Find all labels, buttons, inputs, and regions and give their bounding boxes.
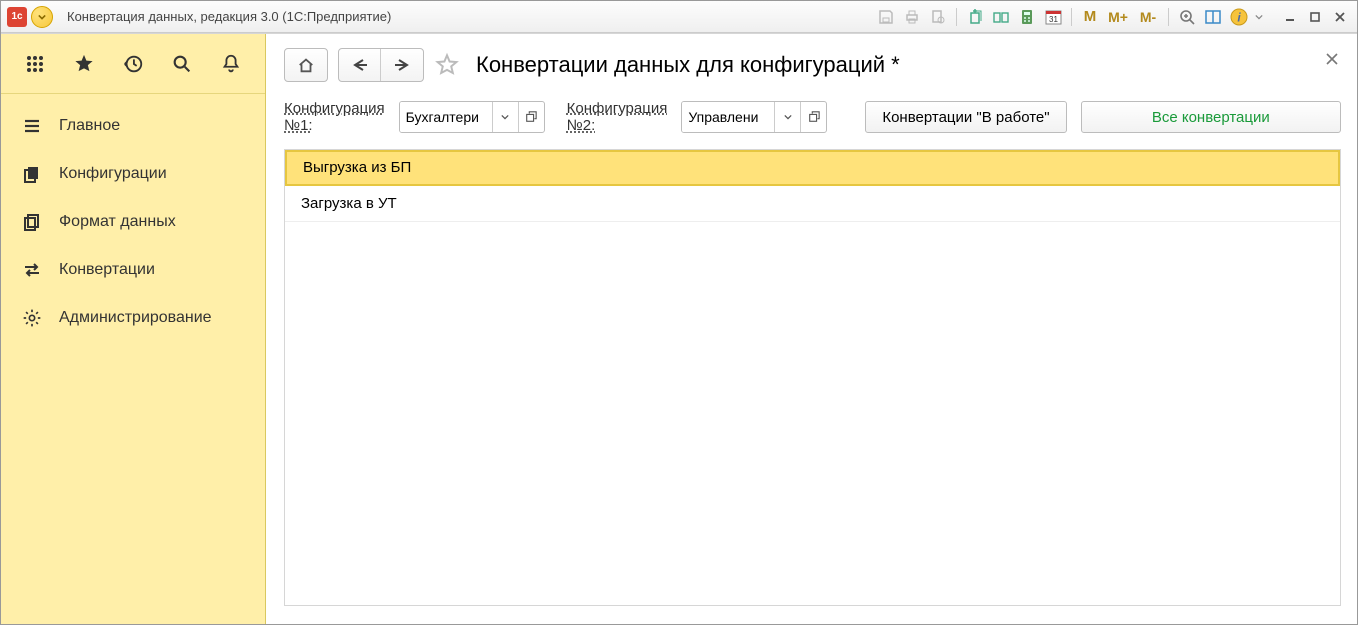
config2-open-button[interactable] — [800, 102, 826, 132]
gear-icon — [21, 308, 43, 328]
sidebar-item-label: Формат данных — [59, 213, 176, 231]
config1-dropdown-button[interactable] — [492, 102, 518, 132]
config2-dropdown-button[interactable] — [774, 102, 800, 132]
info-dropdown-icon[interactable] — [1253, 6, 1265, 28]
calendar-icon[interactable]: 31 — [1041, 6, 1065, 28]
sidebar-item-configurations[interactable]: Конфигурации — [1, 150, 265, 198]
save-icon[interactable] — [874, 6, 898, 28]
sidebar-item-label: Конвертации — [59, 261, 155, 279]
list-item[interactable]: Загрузка в УТ — [285, 186, 1340, 222]
link-doc-icon[interactable] — [963, 6, 987, 28]
sidebar-item-label: Конфигурации — [59, 165, 167, 183]
nav-back-button[interactable] — [339, 49, 381, 81]
minimize-button[interactable] — [1279, 7, 1301, 27]
page-title: Конвертации данных для конфигураций * — [476, 52, 1341, 78]
app-menu-dropdown[interactable] — [31, 6, 53, 28]
sidebar-item-main[interactable]: Главное — [1, 102, 265, 150]
history-icon[interactable] — [114, 45, 152, 83]
window-title: Конвертация данных, редакция 3.0 (1С:Пре… — [67, 9, 391, 24]
sidebar-item-label: Администрирование — [59, 309, 212, 327]
nav-button-group — [338, 48, 424, 82]
svg-text:31: 31 — [1049, 15, 1058, 24]
maximize-button[interactable] — [1304, 7, 1326, 27]
zoom-icon[interactable] — [1175, 6, 1199, 28]
bell-icon[interactable] — [212, 45, 250, 83]
list-item[interactable]: Выгрузка из БП — [285, 150, 1340, 186]
config2-input[interactable] — [682, 102, 774, 132]
preview-icon[interactable] — [926, 6, 950, 28]
sidebar: Главное Конфигурации Формат данных Конве… — [1, 34, 266, 624]
menu-lines-icon — [21, 117, 43, 135]
sidebar-item-label: Главное — [59, 117, 120, 135]
close-page-button[interactable] — [1325, 52, 1339, 66]
print-icon[interactable] — [900, 6, 924, 28]
home-button[interactable] — [284, 48, 328, 82]
calculator-icon[interactable] — [1015, 6, 1039, 28]
conversion-list: Выгрузка из БП Загрузка в УТ — [284, 149, 1341, 607]
config1-input[interactable] — [400, 102, 492, 132]
favorites-star-icon[interactable] — [65, 45, 103, 83]
config2-label: Конфигурация №2: — [567, 100, 668, 135]
config2-combo[interactable] — [681, 101, 827, 133]
memory-m-icon[interactable]: M — [1078, 6, 1102, 28]
conversions-in-work-button[interactable]: Конвертации "В работе" — [865, 101, 1066, 133]
config1-open-button[interactable] — [518, 102, 544, 132]
titlebar: 1c Конвертация данных, редакция 3.0 (1С:… — [1, 1, 1357, 33]
all-conversions-button[interactable]: Все конвертации — [1081, 101, 1341, 133]
favorite-star-icon[interactable] — [434, 52, 460, 78]
sidebar-item-conversions[interactable]: Конвертации — [1, 246, 265, 294]
app-logo-icon: 1c — [7, 7, 27, 27]
info-icon[interactable]: i — [1227, 6, 1251, 28]
compare-icon[interactable] — [989, 6, 1013, 28]
nav-forward-button[interactable] — [381, 49, 423, 81]
panel-split-icon[interactable] — [1201, 6, 1225, 28]
stack-icon — [21, 165, 43, 183]
close-window-button[interactable] — [1329, 7, 1351, 27]
apps-grid-icon[interactable] — [16, 45, 54, 83]
transfer-arrows-icon — [21, 261, 43, 279]
main-panel: Конвертации данных для конфигураций * Ко… — [266, 34, 1357, 624]
config1-label: Конфигурация №1: — [284, 100, 385, 135]
search-icon[interactable] — [163, 45, 201, 83]
stack2-icon — [21, 213, 43, 231]
sidebar-item-data-format[interactable]: Формат данных — [1, 198, 265, 246]
sidebar-item-administration[interactable]: Администрирование — [1, 294, 265, 342]
memory-mplus-icon[interactable]: M+ — [1104, 6, 1132, 28]
config1-combo[interactable] — [399, 101, 545, 133]
memory-mminus-icon[interactable]: M- — [1134, 6, 1162, 28]
